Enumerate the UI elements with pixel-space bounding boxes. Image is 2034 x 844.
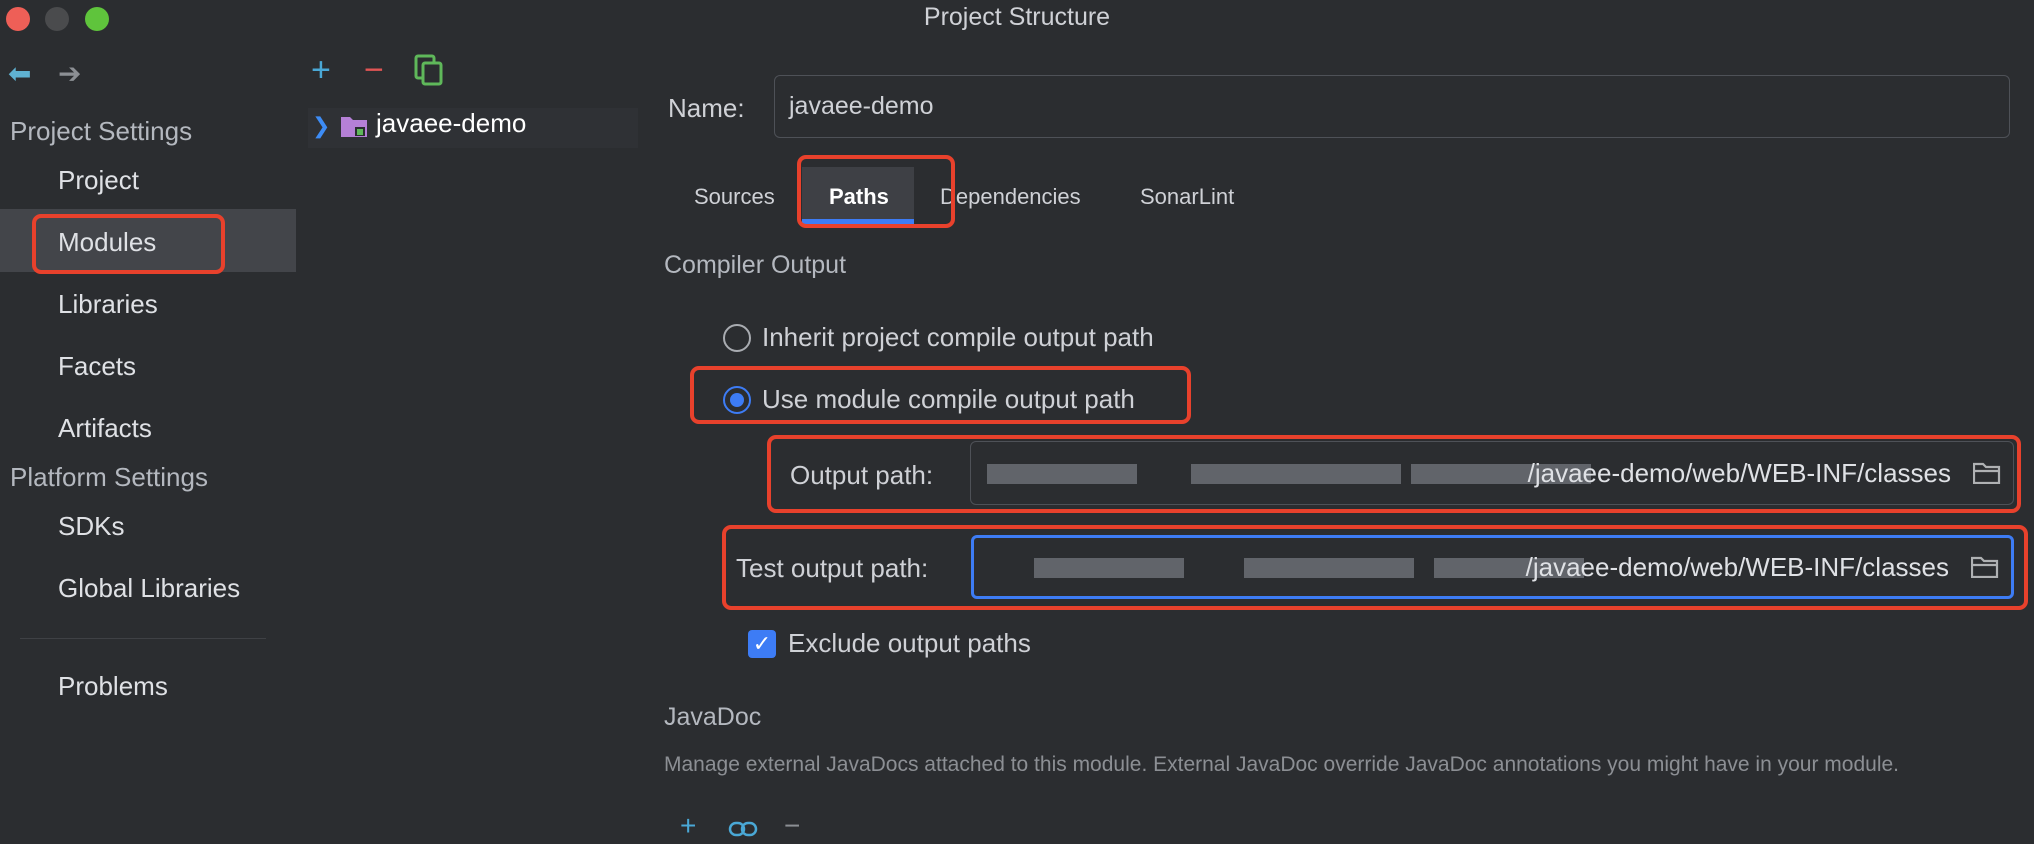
arrow-left-icon[interactable]: ⬅ (8, 58, 31, 90)
javadoc-description: Manage external JavaDocs attached to thi… (664, 753, 1900, 776)
output-path-highlight-box (767, 435, 2021, 513)
copy-icon[interactable] (414, 54, 444, 86)
add-module-icon[interactable]: + (311, 52, 331, 88)
paths-tab-highlight-box (797, 155, 955, 228)
remove-javadoc-icon[interactable]: − (784, 812, 800, 840)
module-output-highlight-box (690, 366, 1191, 424)
arrow-right-icon[interactable]: ➔ (58, 58, 81, 90)
tree-item-javaee-demo[interactable]: javaee-demo (376, 108, 526, 139)
sidebar-item-global-libraries[interactable]: Global Libraries (58, 573, 240, 604)
link-icon[interactable] (728, 820, 758, 838)
sidebar-item-facets[interactable]: Facets (58, 351, 136, 382)
tab-sonarlint[interactable]: SonarLint (1140, 184, 1234, 210)
test-output-path-highlight-box (722, 525, 2028, 610)
sidebar-item-libraries[interactable]: Libraries (58, 289, 158, 320)
chevron-right-icon[interactable]: ❯ (312, 113, 330, 139)
javadoc-title: JavaDoc (664, 703, 762, 731)
tab-dependencies[interactable]: Dependencies (940, 184, 1081, 210)
modules-highlight-box (32, 214, 225, 274)
exclude-output-checkbox[interactable]: ✓ (748, 630, 776, 658)
module-name-value: javaee-demo (789, 92, 934, 120)
sidebar-item-sdks[interactable]: SDKs (58, 511, 124, 542)
module-name-input[interactable]: javaee-demo (774, 75, 2010, 138)
inherit-output-label[interactable]: Inherit project compile output path (762, 322, 1154, 353)
project-settings-header: Project Settings (10, 116, 193, 146)
tab-sources[interactable]: Sources (694, 184, 775, 210)
remove-module-icon[interactable]: − (364, 52, 384, 88)
sidebar-item-project[interactable]: Project (58, 165, 139, 196)
compiler-output-title: Compiler Output (664, 251, 847, 279)
module-folder-icon (341, 117, 367, 137)
sidebar-item-problems[interactable]: Problems (58, 671, 168, 702)
sidebar-divider (20, 638, 266, 639)
platform-settings-header: Platform Settings (10, 462, 208, 492)
inherit-output-radio[interactable] (723, 324, 751, 352)
exclude-output-label[interactable]: Exclude output paths (788, 628, 1031, 659)
add-javadoc-icon[interactable]: + (680, 812, 696, 840)
sidebar-item-artifacts[interactable]: Artifacts (58, 413, 152, 444)
name-label: Name: (668, 93, 745, 123)
window-title: Project Structure (923, 3, 1111, 31)
